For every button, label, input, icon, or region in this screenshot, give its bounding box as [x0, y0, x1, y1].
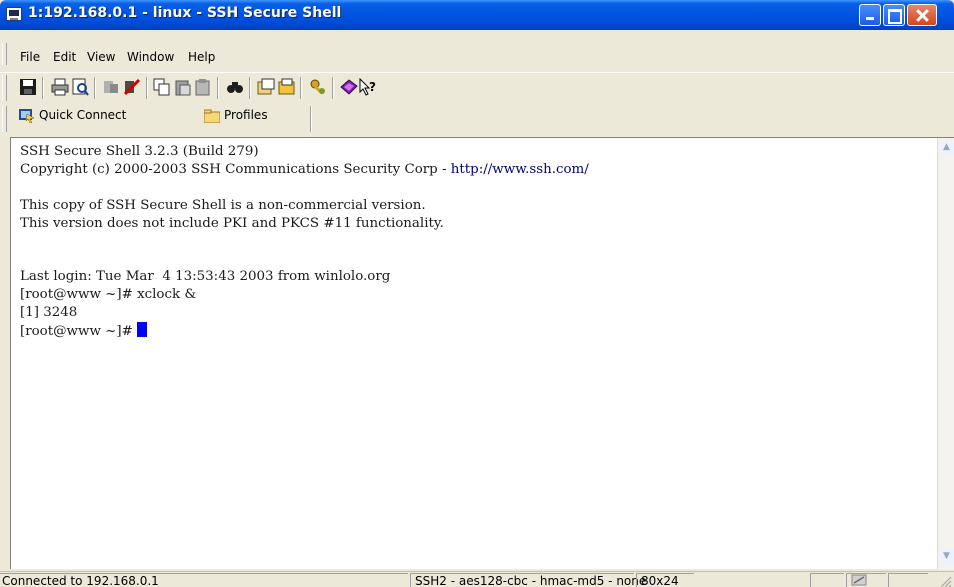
paste-clipboard-icon[interactable]: [194, 78, 212, 96]
terminal-line: Copyright (c) 2000-2003 SSH Communicatio…: [20, 161, 451, 177]
menu-help[interactable]: Help: [188, 50, 215, 64]
menu-bar: File Edit View Window Help: [0, 40, 954, 65]
toolbar-separator: [332, 77, 334, 99]
ssh-website-link[interactable]: http://www.ssh.com/: [451, 162, 589, 177]
toolbar-separator: [146, 77, 148, 99]
status-bar: Connected to 192.168.0.1 SSH2 - aes128-c…: [0, 571, 954, 587]
scroll-up-arrow-icon[interactable]: ▲: [939, 139, 954, 156]
context-help-icon[interactable]: ?: [359, 78, 377, 96]
toolbar-grip[interactable]: [2, 75, 7, 101]
toolbar-separator: [94, 77, 96, 99]
close-button[interactable]: [907, 4, 937, 26]
menu-view[interactable]: View: [87, 50, 115, 64]
title-bar[interactable]: 1:192.168.0.1 - linux - SSH Secure Shell: [0, 0, 954, 30]
toolbar-separator: [249, 77, 251, 99]
text-cursor: [137, 322, 148, 338]
terminal-prompt: [root@www ~]#: [20, 324, 138, 340]
terminal-app-icon[interactable]: [6, 7, 22, 21]
terminal-line: [root@www ~]# xclock &: [20, 287, 197, 303]
status-connection: Connected to 192.168.0.1: [0, 573, 408, 587]
minimize-button[interactable]: [859, 4, 881, 26]
quickbar-grip[interactable]: [2, 106, 7, 132]
key-icon[interactable]: [309, 78, 327, 96]
menu-window[interactable]: Window: [127, 50, 174, 64]
disconnect-icon[interactable]: [123, 78, 141, 96]
help-icon[interactable]: [340, 78, 358, 96]
status-panel: [888, 573, 928, 587]
scroll-down-arrow-icon[interactable]: ▼: [939, 548, 954, 565]
quickbar-divider: [310, 106, 312, 132]
maximize-button[interactable]: [883, 4, 905, 26]
connection-status-icon: [846, 573, 886, 587]
menubar-grip[interactable]: [2, 43, 7, 65]
copy-icon[interactable]: [153, 78, 171, 96]
toolbar-separator: [42, 77, 44, 99]
toolbar-separator: [217, 77, 219, 99]
terminal-line: This version does not include PKI and PK…: [20, 215, 444, 231]
terminal-output: SSH Secure Shell 3.2.3 (Build 279) Copyr…: [20, 143, 589, 341]
find-icon[interactable]: [226, 78, 244, 96]
menu-edit[interactable]: Edit: [53, 50, 76, 64]
network-icon: [851, 574, 867, 586]
profiles-label: Profiles: [224, 108, 268, 122]
vertical-scrollbar[interactable]: ▲ ▼: [937, 138, 954, 570]
quick-connect-icon: [19, 108, 35, 123]
window-title: 1:192.168.0.1 - linux - SSH Secure Shell: [28, 5, 342, 21]
resize-grip-icon[interactable]: [938, 574, 952, 587]
save-icon[interactable]: [19, 78, 37, 96]
status-panel: [810, 573, 844, 587]
terminal-line: This copy of SSH Secure Shell is a non-c…: [20, 197, 426, 213]
status-cipher: SSH2 - aes128-cbc - hmac-md5 - none: [410, 573, 646, 587]
folder-icon: [204, 109, 220, 123]
ssh-client-window: 1:192.168.0.1 - linux - SSH Secure Shell…: [0, 0, 954, 587]
toolbar: ?: [0, 72, 954, 102]
profiles-button[interactable]: Profiles: [204, 108, 268, 130]
quick-connect-icon[interactable]: [102, 78, 120, 96]
quick-connect-label: Quick Connect: [39, 108, 127, 122]
profile-icon[interactable]: [278, 78, 296, 96]
terminal-line: SSH Secure Shell 3.2.3 (Build 279): [20, 144, 259, 159]
settings-icon[interactable]: [257, 78, 275, 96]
print-icon[interactable]: [51, 78, 69, 96]
terminal-line: [1] 3248: [20, 305, 78, 321]
status-terminal-size: 80x24: [636, 573, 694, 587]
toolbar-separator: [300, 77, 302, 99]
terminal-line: Last login: Tue Mar 4 13:53:43 2003 from…: [20, 269, 391, 285]
terminal-area[interactable]: SSH Secure Shell 3.2.3 (Build 279) Copyr…: [10, 137, 954, 570]
paste-icon[interactable]: [174, 78, 192, 96]
svg-text:?: ?: [369, 80, 376, 94]
quick-connect-bar: Quick Connect Profiles: [0, 104, 320, 132]
print-preview-icon[interactable]: [71, 78, 89, 96]
menu-file[interactable]: File: [20, 50, 40, 64]
quick-connect-button[interactable]: Quick Connect: [19, 108, 126, 130]
